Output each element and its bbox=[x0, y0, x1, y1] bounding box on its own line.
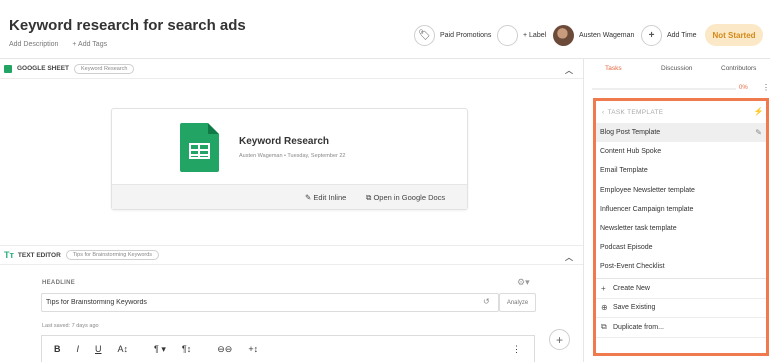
gear-icon[interactable]: ⚙▾ bbox=[517, 277, 530, 288]
sidebar-tabs: Tasks Discussion Contributors bbox=[584, 59, 770, 79]
duplicate-from-button[interactable]: ⧉ Duplicate from... bbox=[596, 318, 766, 338]
paragraph-style-button[interactable]: ¶ ▾ bbox=[154, 344, 166, 355]
popover-header: ‹ TASK TEMPLATE ⚡ bbox=[596, 101, 766, 123]
open-in-docs-label: Open in Google Docs bbox=[373, 193, 446, 202]
plus-icon: + bbox=[641, 24, 662, 46]
plus-icon: + bbox=[601, 283, 606, 293]
avatar bbox=[553, 24, 574, 46]
bold-button[interactable]: B bbox=[54, 344, 61, 354]
paid-promotions-button[interactable]: 🏷 Paid Promotions bbox=[414, 24, 491, 46]
google-sheet-section-bar: GOOGLE SHEET Keyword Research ︿ bbox=[0, 59, 583, 79]
tab-contributors[interactable]: Contributors bbox=[721, 65, 756, 72]
assignee-button[interactable]: Austen Wageman bbox=[553, 24, 634, 46]
collapse-caret-icon[interactable]: ︿ bbox=[565, 65, 573, 76]
open-in-google-docs-button[interactable]: ⧉ Open in Google Docs bbox=[366, 193, 445, 203]
template-list: Blog Post Template ✎ Content Hub Spoke E… bbox=[596, 123, 766, 277]
text-editor-section-title: TEXT EDITOR bbox=[17, 251, 61, 259]
save-existing-label: Save Existing bbox=[613, 304, 656, 312]
add-time-button[interactable]: + Add Time bbox=[641, 24, 697, 46]
more-options-icon[interactable]: ⋮ bbox=[512, 344, 521, 355]
headline-input[interactable] bbox=[41, 293, 499, 312]
popover-title: TASK TEMPLATE bbox=[607, 108, 664, 116]
kebab-menu-icon[interactable]: ⋮ bbox=[762, 83, 770, 92]
italic-button[interactable]: I bbox=[77, 344, 80, 354]
google-sheet-section-title: GOOGLE SHEET bbox=[17, 65, 70, 72]
last-saved-text: Last saved: 7 days ago bbox=[42, 323, 99, 329]
duplicate-icon: ⧉ bbox=[601, 322, 607, 332]
task-progress-bar bbox=[592, 88, 736, 90]
template-item-label: Content Hub Spoke bbox=[600, 148, 662, 156]
template-item-label: Email Template bbox=[600, 167, 648, 175]
back-chevron-icon[interactable]: ‹ bbox=[602, 109, 604, 116]
template-item-label: Blog Post Template bbox=[600, 129, 661, 137]
page-title: Keyword research for search ads bbox=[9, 17, 246, 34]
task-template-popover: ‹ TASK TEMPLATE ⚡ Blog Post Template ✎ C… bbox=[593, 98, 769, 356]
edit-inline-button[interactable]: ✎ Edit Inline bbox=[305, 193, 346, 202]
text-editor-tag[interactable]: Tips for Brainstorming Keywords bbox=[65, 250, 160, 260]
add-tags-link[interactable]: + Add Tags bbox=[72, 41, 107, 48]
doc-meta: Austen Wageman • Tuesday, September 22 bbox=[239, 153, 346, 159]
text-editor-section-bar: Tт TEXT EDITOR Tips for Brainstorming Ke… bbox=[0, 245, 583, 265]
assignee-name: Austen Wageman bbox=[579, 31, 635, 39]
add-description-link[interactable]: Add Description bbox=[9, 41, 58, 48]
lightning-icon: ⚡ bbox=[753, 107, 764, 116]
headline-label: HEADLINE bbox=[42, 280, 76, 286]
template-item[interactable]: Newsletter task template bbox=[596, 219, 766, 238]
save-existing-button[interactable]: ⊕ Save Existing bbox=[596, 299, 766, 318]
underline-button[interactable]: U bbox=[95, 344, 102, 354]
edit-inline-label: Edit Inline bbox=[313, 193, 347, 202]
progress-percent: 0% bbox=[739, 85, 748, 91]
template-item[interactable]: Content Hub Spoke bbox=[596, 142, 766, 161]
pencil-icon[interactable]: ✎ bbox=[755, 128, 762, 137]
template-item[interactable]: Employee Newsletter template bbox=[596, 181, 766, 200]
insert-button[interactable]: +↕ bbox=[248, 344, 258, 354]
status-badge[interactable]: Not Started bbox=[705, 24, 763, 46]
google-sheet-icon bbox=[4, 64, 12, 73]
create-new-button[interactable]: + Create New bbox=[596, 279, 766, 299]
label-button[interactable]: + Label bbox=[497, 24, 546, 46]
doc-card-footer: ✎ Edit Inline ⧉ Open in Google Docs bbox=[112, 184, 467, 209]
right-sidebar: Tasks Discussion Contributors 0% ⋮ ‹ TAS… bbox=[583, 59, 770, 362]
analyze-button[interactable]: Analyze bbox=[499, 293, 536, 312]
tab-tasks[interactable]: Tasks bbox=[605, 65, 622, 72]
template-item-label: Newsletter task template bbox=[600, 225, 677, 233]
google-sheets-file-icon bbox=[180, 123, 219, 172]
template-item-label: Post-Event Checklist bbox=[600, 263, 665, 271]
create-new-label: Create New bbox=[613, 284, 650, 292]
template-item-label: Employee Newsletter template bbox=[600, 186, 695, 194]
label-circle-icon bbox=[497, 24, 518, 46]
add-time-label: Add Time bbox=[667, 31, 697, 39]
template-item[interactable]: Podcast Episode bbox=[596, 238, 766, 257]
doc-title: Keyword Research bbox=[239, 136, 330, 147]
undo-icon[interactable]: ↺ bbox=[483, 297, 490, 306]
duplicate-from-label: Duplicate from... bbox=[613, 323, 664, 331]
template-item-label: Influencer Campaign template bbox=[600, 205, 694, 213]
link-button[interactable]: ⊖⊖ bbox=[217, 344, 232, 355]
text-editor-icon: Tт bbox=[4, 250, 14, 260]
add-block-button[interactable]: + bbox=[549, 329, 570, 350]
popover-actions: + Create New ⊕ Save Existing ⧉ Duplicate… bbox=[596, 278, 766, 338]
line-spacing-button[interactable]: ¶↕ bbox=[182, 344, 191, 354]
template-item[interactable]: Post-Event Checklist bbox=[596, 257, 766, 276]
header-sub-links: Add Description + Add Tags bbox=[9, 41, 119, 48]
template-item[interactable]: Blog Post Template ✎ bbox=[596, 123, 766, 143]
text-size-button[interactable]: A↕ bbox=[118, 344, 129, 354]
google-sheet-tag[interactable]: Keyword Research bbox=[74, 63, 135, 74]
collapse-caret-icon[interactable]: ︿ bbox=[565, 252, 573, 263]
tag-icon: 🏷 bbox=[414, 24, 435, 46]
template-item-label: Podcast Episode bbox=[600, 244, 653, 252]
template-item[interactable]: Influencer Campaign template bbox=[596, 200, 766, 219]
tab-discussion[interactable]: Discussion bbox=[661, 65, 692, 72]
template-item[interactable]: Email Template bbox=[596, 161, 766, 180]
editor-toolbar: B I U A↕ ¶ ▾ ¶↕ ⊖⊖ +↕ ⋮ bbox=[41, 335, 535, 362]
save-circle-icon: ⊕ bbox=[601, 303, 608, 313]
label-text: + Label bbox=[523, 31, 547, 39]
paid-promotions-label: Paid Promotions bbox=[440, 31, 492, 39]
task-header: Keyword research for search ads Add Desc… bbox=[0, 0, 770, 59]
google-doc-card[interactable]: Keyword Research Austen Wageman • Tuesda… bbox=[111, 108, 468, 210]
